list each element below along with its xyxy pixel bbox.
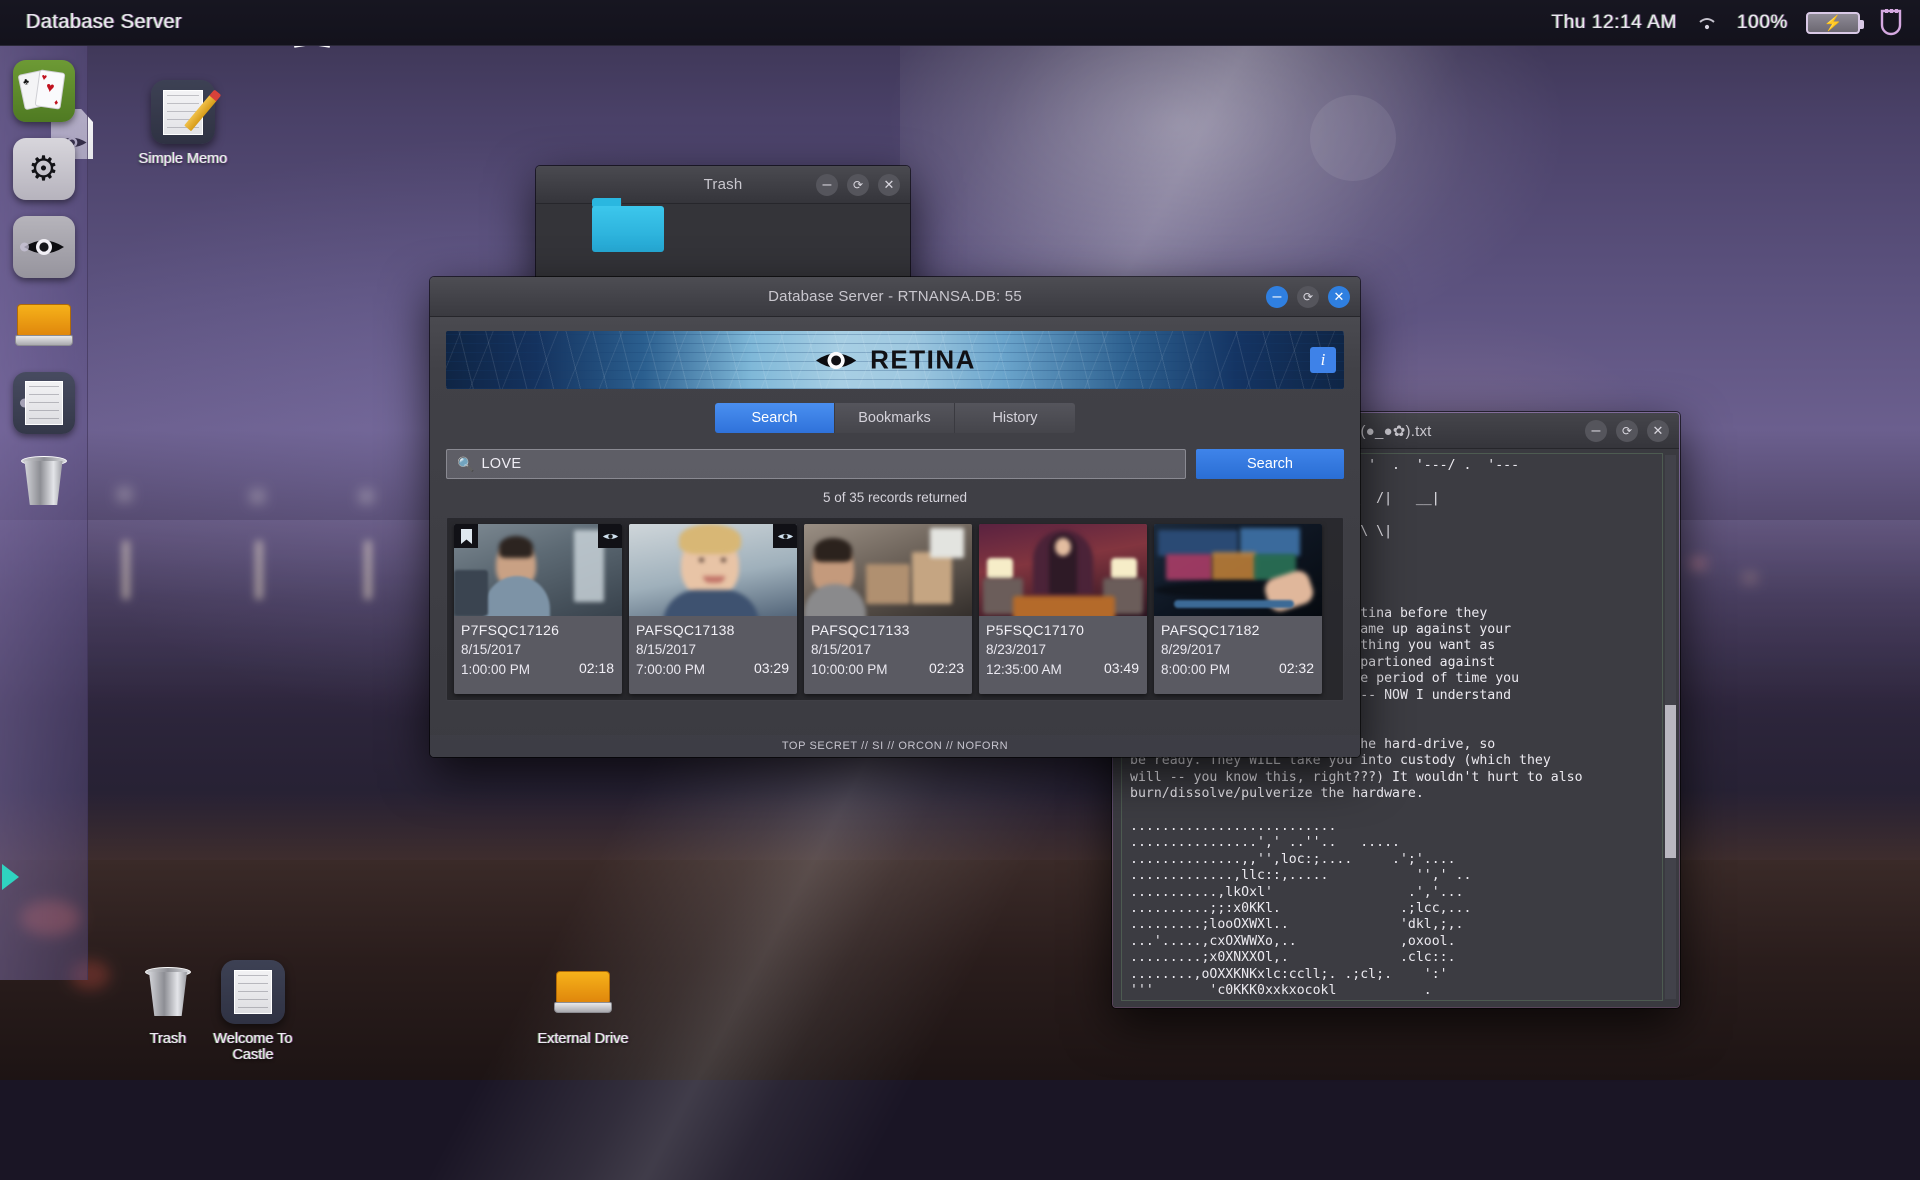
- text-editor-title: (●_●✿).txt: [1360, 422, 1431, 440]
- result-date: 8/23/2017: [986, 641, 1140, 658]
- retina-banner: RETINA i: [446, 331, 1344, 389]
- database-server-window[interactable]: Database Server - RTNANSA.DB: 55 – ⟳ ✕ R…: [430, 277, 1360, 757]
- search-input-value: LOVE: [481, 456, 521, 472]
- result-meta: PAFSQC17182 8/29/2017 8:00:00 PM 02:32: [1154, 616, 1322, 694]
- scrollbar-thumb[interactable]: [1665, 705, 1676, 857]
- close-button[interactable]: ✕: [878, 174, 900, 196]
- notepad-icon: [25, 381, 63, 425]
- result-id: P7FSQC17126: [461, 622, 615, 638]
- close-button[interactable]: ✕: [1647, 420, 1669, 442]
- dock-item-solitaire[interactable]: ♣ ♠ ♥ ♥ ♦: [13, 60, 75, 122]
- result-duration: 03:49: [1104, 660, 1139, 676]
- tab-bookmarks[interactable]: Bookmarks: [835, 403, 955, 433]
- dock-expand-arrow-icon[interactable]: [2, 864, 19, 890]
- retina-brand-text: RETINA: [870, 345, 976, 376]
- result-date: 8/15/2017: [636, 641, 790, 658]
- tab-history[interactable]: History: [955, 403, 1075, 433]
- tab-search[interactable]: Search: [715, 403, 835, 433]
- result-meta: P5FSQC17170 8/23/2017 12:35:00 AM 03:49: [979, 616, 1147, 694]
- dock-item-external-drive[interactable]: [13, 294, 75, 356]
- running-indicator: [20, 243, 29, 252]
- bookmark-icon[interactable]: [454, 524, 478, 548]
- menubar-clock[interactable]: Thu 12:14 AM: [1552, 12, 1678, 34]
- dock: ♣ ♠ ♥ ♥ ♦ ⚙: [0, 46, 88, 980]
- result-id: PAFSQC17138: [636, 622, 790, 638]
- classification-text: TOP SECRET // SI // ORCON // NOFORN: [782, 740, 1008, 752]
- result-duration: 02:23: [929, 660, 964, 676]
- tab-bar: Search Bookmarks History: [446, 403, 1344, 433]
- hard-drive-icon: [15, 304, 73, 346]
- wifi-icon[interactable]: [1695, 13, 1719, 33]
- menu-bar: Database Server Thu 12:14 AM 100% ⚡: [0, 0, 1920, 46]
- trash-can-icon: [136, 960, 200, 1024]
- retina-brand: RETINA: [814, 345, 976, 376]
- hard-drive-icon: [551, 960, 615, 1024]
- result-thumbnail[interactable]: [629, 524, 797, 616]
- result-meta: PAFSQC17138 8/15/2017 7:00:00 PM 03:29: [629, 616, 797, 694]
- battery-charging-icon[interactable]: ⚡: [1806, 12, 1860, 34]
- dock-item-retina[interactable]: [13, 216, 75, 278]
- search-button[interactable]: Search: [1196, 449, 1344, 479]
- search-input[interactable]: 🔍 LOVE: [446, 449, 1186, 479]
- result-duration: 02:32: [1279, 660, 1314, 676]
- minimize-button[interactable]: –: [1266, 286, 1288, 308]
- result-date: 8/15/2017: [461, 641, 615, 658]
- result-thumbnail[interactable]: [804, 524, 972, 616]
- desktop-icon-welcome-to-castle[interactable]: Welcome To Castle: [193, 960, 313, 1063]
- desktop-icon-label: Simple Memo: [123, 151, 243, 167]
- dock-item-trash[interactable]: [13, 450, 75, 512]
- result-date: 8/15/2017: [811, 641, 965, 658]
- search-row: 🔍 LOVE Search: [446, 449, 1344, 479]
- desktop-icon-label: Welcome To Castle: [193, 1031, 313, 1063]
- record-count-label: 5 of 35 records returned: [446, 490, 1344, 505]
- result-card[interactable]: PAFSQC17133 8/15/2017 10:00:00 PM 02:23: [804, 524, 972, 694]
- result-thumbnail[interactable]: [979, 524, 1147, 616]
- classification-banner: TOP SECRET // SI // ORCON // NOFORN: [430, 735, 1360, 757]
- desktop-icon-simple-memo[interactable]: Simple Memo: [123, 80, 243, 167]
- maximize-button[interactable]: ⟳: [1297, 286, 1319, 308]
- memo-pencil-icon: [151, 80, 215, 144]
- viewed-eye-icon[interactable]: [773, 524, 797, 548]
- results-list[interactable]: P7FSQC17126 8/15/2017 1:00:00 PM 02:18: [446, 517, 1344, 701]
- minimize-button[interactable]: –: [1585, 420, 1607, 442]
- info-icon[interactable]: i: [1310, 347, 1336, 373]
- maximize-button[interactable]: ⟳: [1616, 420, 1638, 442]
- search-icon: 🔍: [457, 456, 474, 473]
- text-editor-scrollbar[interactable]: [1665, 455, 1676, 999]
- result-meta: PAFSQC17133 8/15/2017 10:00:00 PM 02:23: [804, 616, 972, 694]
- trash-can-icon: [21, 456, 67, 506]
- database-window-title: Database Server - RTNANSA.DB: 55: [768, 288, 1022, 305]
- result-card[interactable]: PAFSQC17182 8/29/2017 8:00:00 PM 02:32: [1154, 524, 1322, 694]
- desktop-icon-external-drive[interactable]: External Drive: [523, 960, 643, 1047]
- result-thumbnail[interactable]: [454, 524, 622, 616]
- menubar-app-title[interactable]: Database Server: [26, 11, 182, 34]
- result-duration: 03:29: [754, 660, 789, 676]
- database-window-body: RETINA i Search Bookmarks History 🔍 LOVE…: [430, 317, 1360, 757]
- result-id: PAFSQC17133: [811, 622, 965, 638]
- viewed-eye-icon[interactable]: [598, 524, 622, 548]
- maximize-button[interactable]: ⟳: [847, 174, 869, 196]
- desktop-icon-label: External Drive: [523, 1031, 643, 1047]
- dock-item-settings[interactable]: ⚙: [13, 138, 75, 200]
- result-duration: 02:18: [579, 660, 614, 676]
- close-button[interactable]: ✕: [1328, 286, 1350, 308]
- gears-icon: ⚙: [28, 152, 58, 186]
- shield-icon[interactable]: [1878, 8, 1904, 38]
- result-card[interactable]: P7FSQC17126 8/15/2017 1:00:00 PM 02:18: [454, 524, 622, 694]
- battery-percent-label: 100%: [1737, 12, 1788, 34]
- minimize-button[interactable]: –: [816, 174, 838, 196]
- trash-window-title: Trash: [704, 176, 743, 193]
- notepad-icon: [221, 960, 285, 1024]
- dock-item-notes[interactable]: [13, 372, 75, 434]
- result-thumbnail[interactable]: [1154, 524, 1322, 616]
- database-window-titlebar[interactable]: Database Server - RTNANSA.DB: 55 – ⟳ ✕: [430, 277, 1360, 317]
- eye-logo-icon: [814, 345, 858, 375]
- result-card[interactable]: P5FSQC17170 8/23/2017 12:35:00 AM 03:49: [979, 524, 1147, 694]
- folder-icon[interactable]: [592, 198, 664, 252]
- result-date: 8/29/2017: [1161, 641, 1315, 658]
- result-id: PAFSQC17182: [1161, 622, 1315, 638]
- result-meta: P7FSQC17126 8/15/2017 1:00:00 PM 02:18: [454, 616, 622, 694]
- result-id: P5FSQC17170: [986, 622, 1140, 638]
- result-card[interactable]: PAFSQC17138 8/15/2017 7:00:00 PM 03:29: [629, 524, 797, 694]
